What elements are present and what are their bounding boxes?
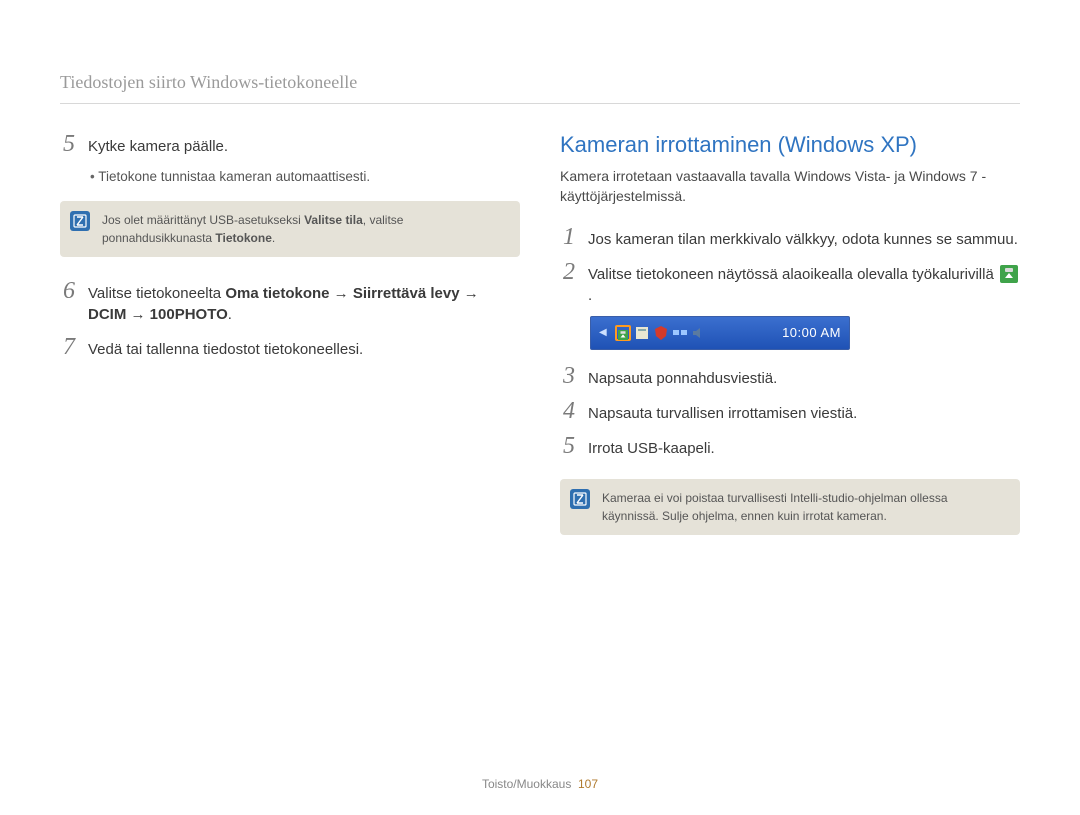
- step-number: 5: [560, 434, 578, 458]
- step-6: 6 Valitse tietokoneelta Oma tietokone → …: [60, 279, 520, 325]
- step-text: Valitse tietokoneen näytössä alaoikealla…: [588, 260, 1020, 306]
- note-box-left: Jos olet määrittänyt USB-asetukseksi Val…: [60, 201, 520, 257]
- right-column: Kameran irrottaminen (Windows XP) Kamera…: [560, 132, 1020, 557]
- page-number: 107: [578, 777, 598, 791]
- step-5: 5 Kytke kamera päälle.: [60, 132, 520, 157]
- step-text: Jos kameran tilan merkkivalo välkkyy, od…: [588, 225, 1018, 250]
- tray-network-icon: [672, 325, 688, 341]
- step-text: Napsauta ponnahdusviestiä.: [588, 364, 777, 389]
- step-5r: 5 Irrota USB-kaapeli.: [560, 434, 1020, 459]
- section-heading: Kameran irrottaminen (Windows XP): [560, 132, 1020, 158]
- step-text: Napsauta turvallisen irrottamisen viesti…: [588, 399, 857, 424]
- safely-remove-icon: [1000, 265, 1018, 283]
- step-5-detail: Tietokone tunnistaa kameran automaattise…: [90, 167, 520, 187]
- tray-icons: [615, 325, 707, 341]
- note-icon: [570, 489, 590, 509]
- system-tray-image: ◀ 10:00 AM: [590, 316, 850, 350]
- step-number: 2: [560, 260, 578, 284]
- step-7: 7 Vedä tai tallenna tiedostot tietokonee…: [60, 335, 520, 360]
- step-4: 4 Napsauta turvallisen irrottamisen vies…: [560, 399, 1020, 424]
- tray-volume-icon: [691, 325, 707, 341]
- note-icon: [70, 211, 90, 231]
- tray-shield-icon: [653, 325, 669, 341]
- tray-document-icon: [634, 325, 650, 341]
- note-box-right: Kameraa ei voi poistaa turvallisesti Int…: [560, 479, 1020, 535]
- step-text: Irrota USB-kaapeli.: [588, 434, 715, 459]
- step-text: Kytke kamera päälle.: [88, 132, 228, 157]
- step-number: 6: [60, 279, 78, 303]
- step-text: Valitse tietokoneelta Oma tietokone → Si…: [88, 279, 520, 325]
- step-number: 1: [560, 225, 578, 249]
- content-columns: 5 Kytke kamera päälle. Tietokone tunnist…: [60, 132, 1020, 557]
- note-text: Jos olet määrittänyt USB-asetukseksi Val…: [102, 213, 403, 245]
- breadcrumb: Tiedostojen siirto Windows-tietokoneelle: [60, 72, 1020, 104]
- safely-remove-hardware-icon: [615, 325, 631, 341]
- step-1: 1 Jos kameran tilan merkkivalo välkkyy, …: [560, 225, 1020, 250]
- left-column: 5 Kytke kamera päälle. Tietokone tunnist…: [60, 132, 520, 557]
- note-text: Kameraa ei voi poistaa turvallisesti Int…: [602, 491, 948, 523]
- step-number: 5: [60, 132, 78, 156]
- step-2: 2 Valitse tietokoneen näytössä alaoikeal…: [560, 260, 1020, 306]
- step-number: 7: [60, 335, 78, 359]
- step-3: 3 Napsauta ponnahdusviestiä.: [560, 364, 1020, 389]
- tray-clock: 10:00 AM: [782, 325, 841, 340]
- section-intro: Kamera irrotetaan vastaavalla tavalla Wi…: [560, 166, 1020, 207]
- step-number: 4: [560, 399, 578, 423]
- tray-expand-icon: ◀: [599, 327, 607, 338]
- page-footer: Toisto/Muokkaus 107: [0, 777, 1080, 791]
- footer-section: Toisto/Muokkaus: [482, 777, 571, 791]
- step-number: 3: [560, 364, 578, 388]
- step-text: Vedä tai tallenna tiedostot tietokoneell…: [88, 335, 363, 360]
